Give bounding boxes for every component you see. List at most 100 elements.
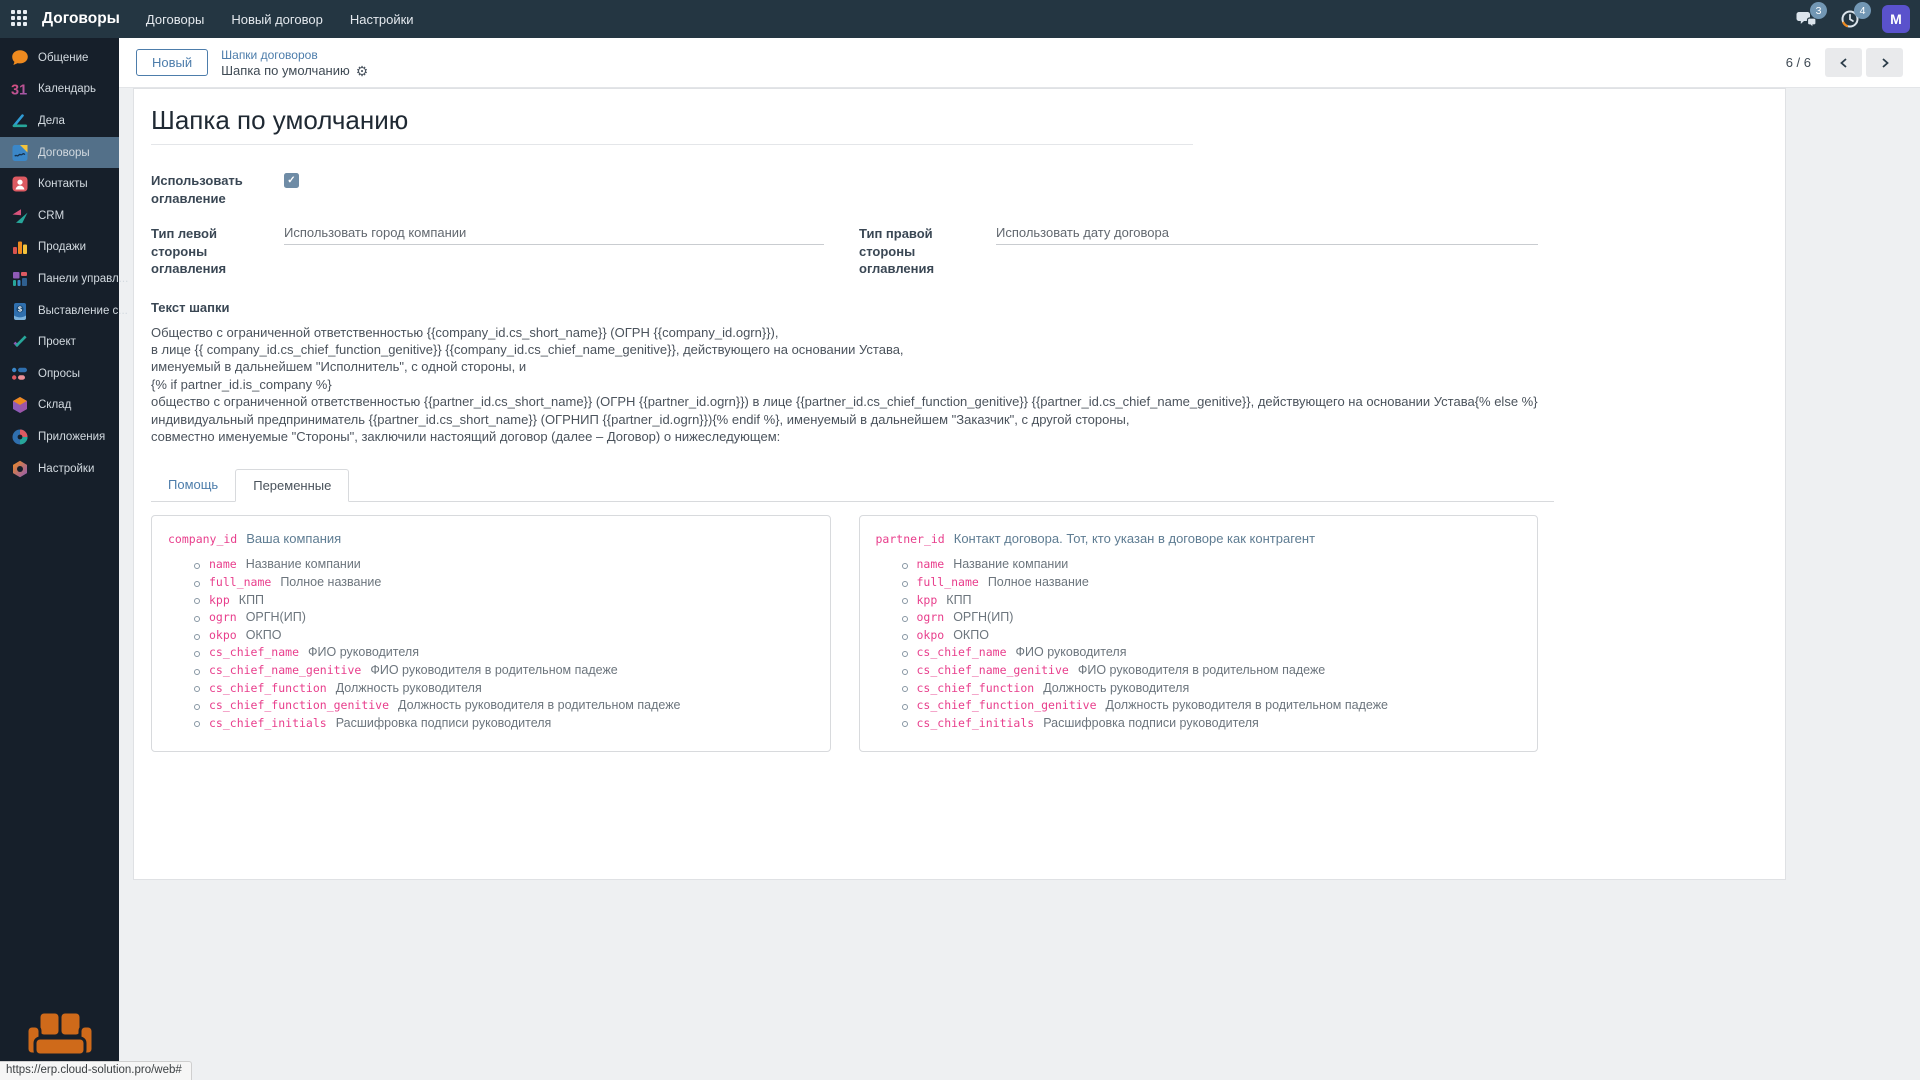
status-url-tooltip: https://erp.cloud-solution.pro/web# bbox=[0, 1061, 192, 1080]
variable-desc: Должность руководителя bbox=[335, 680, 482, 695]
variable-code: kpp bbox=[916, 592, 938, 607]
form-sheet: Шапка по умолчанию Использовать оглавлен… bbox=[133, 88, 1786, 880]
partner-variables-panel: partner_id Контакт договора. Тот, кто ук… bbox=[858, 515, 1538, 753]
sidebar-item-inventory[interactable]: Склад bbox=[0, 390, 119, 422]
menu-settings[interactable]: Настройки bbox=[350, 12, 414, 27]
sidebar-item-label: Общение bbox=[38, 51, 89, 64]
current-app-title[interactable]: Договоры bbox=[42, 10, 120, 28]
menu-new-contract[interactable]: Новый договор bbox=[231, 12, 322, 27]
tab-variables[interactable]: Переменные bbox=[235, 469, 350, 503]
sidebar-item-settings[interactable]: Настройки bbox=[0, 453, 119, 485]
sidebar-item-label: CRM bbox=[38, 209, 65, 222]
notes-app-icon bbox=[12, 114, 28, 128]
svg-text:31: 31 bbox=[11, 83, 27, 99]
activities-badge: 4 bbox=[1854, 2, 1871, 19]
sales-app-icon bbox=[13, 241, 27, 255]
variable-item: okpo ОКПО bbox=[901, 627, 1522, 646]
variable-item: kpp КПП bbox=[194, 593, 814, 611]
messages-icon[interactable]: 3 bbox=[1794, 2, 1827, 31]
variable-item: ogrn ОРГН(ИП) bbox=[901, 610, 1522, 628]
left-type-value[interactable]: Использовать город компании bbox=[284, 225, 824, 245]
menu-contracts[interactable]: Договоры bbox=[146, 12, 204, 27]
control-panel: Новый Шапки договоров Шапка по умолчанию… bbox=[119, 38, 1920, 88]
variable-code: cs_chief_initials bbox=[209, 715, 327, 730]
header-text-paragraph: Общество с ограниченной ответственностью… bbox=[151, 324, 779, 340]
breadcrumb: Шапки договоров Шапка по умолчанию ⚙ bbox=[221, 47, 368, 78]
sidebar-item-notes[interactable]: Дела bbox=[0, 105, 119, 137]
panel-code: partner_id bbox=[875, 532, 945, 547]
sidebar-item-label: Панели управл... bbox=[38, 272, 129, 285]
sidebar-item-discuss[interactable]: Общение bbox=[0, 42, 119, 74]
variable-item: cs_chief_name_genitive ФИО руководителя в… bbox=[194, 663, 814, 681]
title-underline bbox=[151, 144, 1193, 145]
pager-previous-button[interactable] bbox=[1825, 48, 1862, 77]
variable-code: cs_chief_function bbox=[209, 680, 327, 695]
company-variables-panel: company_id Ваша компания name Название ко… bbox=[151, 515, 831, 753]
bullet-icon bbox=[901, 598, 908, 605]
variable-code: cs_chief_name bbox=[209, 645, 300, 660]
sidebar-item-label: Склад bbox=[38, 399, 72, 412]
variable-item: full_name Полное название bbox=[901, 574, 1522, 593]
sidebar-item-sales[interactable]: Продажи bbox=[0, 232, 119, 264]
apps-app-icon bbox=[12, 429, 28, 445]
sidebar-item-apps[interactable]: Приложения bbox=[0, 421, 119, 453]
sidebar-item-label: Настройки bbox=[38, 462, 95, 475]
sidebar-item-contacts[interactable]: Контакты bbox=[0, 168, 119, 200]
variable-item: cs_chief_function_genitive Должность руко… bbox=[194, 698, 814, 716]
bullet-icon bbox=[901, 615, 908, 622]
invoicing-app-icon: $ bbox=[14, 302, 26, 320]
variable-item: cs_chief_function Должность руководителя bbox=[194, 681, 814, 699]
header-text-editor[interactable]: Общество с ограниченной ответственностью… bbox=[151, 324, 1538, 446]
sidebar-item-dashboards[interactable]: Панели управл... bbox=[0, 263, 128, 295]
bullet-icon bbox=[194, 721, 200, 728]
sidebar-item-project[interactable]: Проект bbox=[0, 326, 119, 358]
variable-desc: ФИО руководителя bbox=[308, 645, 419, 660]
sidebar-item-crm[interactable]: CRM bbox=[0, 200, 119, 232]
breadcrumb-current: Шапка по умолчанию bbox=[221, 63, 350, 78]
bullet-icon bbox=[194, 615, 200, 622]
variable-code: kpp bbox=[209, 592, 230, 607]
chevron-right-icon bbox=[1881, 57, 1889, 68]
right-type-label: Тип правой стороны оглавления bbox=[859, 226, 935, 276]
variable-desc: Расшифровка подписи руководителя bbox=[335, 715, 552, 730]
user-avatar[interactable]: M bbox=[1882, 5, 1910, 33]
variable-desc: Название компании bbox=[245, 557, 361, 572]
header-text-paragraph: {% if partner_id.is_company %} bbox=[151, 376, 332, 392]
toc-checkbox[interactable]: ✓ bbox=[284, 173, 299, 188]
crm-app-icon bbox=[12, 208, 28, 223]
apps-grid-icon[interactable] bbox=[11, 10, 29, 28]
variable-item: okpo ОКПО bbox=[194, 628, 814, 646]
breadcrumb-parent-link[interactable]: Шапки договоров bbox=[221, 48, 318, 63]
variable-desc: ОРГН(ИП) bbox=[953, 610, 1014, 625]
sidebar-item-label: Выставление с... bbox=[38, 304, 128, 317]
header-text-paragraph: именуемый в дальнейшем "Исполнитель", с … bbox=[151, 359, 527, 375]
action-gear-icon[interactable]: ⚙ bbox=[356, 64, 369, 78]
variable-code: okpo bbox=[916, 627, 945, 642]
sidebar-item-invoicing[interactable]: $ Выставление с... bbox=[0, 295, 128, 327]
variable-item: name Название компании bbox=[901, 557, 1522, 575]
variable-item: cs_chief_name ФИО руководителя bbox=[901, 645, 1522, 663]
bullet-icon bbox=[194, 580, 200, 587]
variable-item: cs_chief_initials Расшифровка подписи рук… bbox=[194, 716, 814, 734]
activities-icon[interactable]: 4 bbox=[1838, 2, 1871, 31]
tab-help[interactable]: Помощь bbox=[151, 469, 235, 502]
new-record-button[interactable]: Новый bbox=[136, 49, 209, 76]
header-text-paragraph: общество с ограниченной ответственностью… bbox=[151, 394, 1538, 427]
variable-desc: ОКПО bbox=[245, 627, 282, 642]
dashboards-app-icon bbox=[13, 271, 27, 286]
variable-item: full_name Полное название bbox=[194, 575, 814, 593]
sidebar-item-label: Дела bbox=[38, 114, 65, 127]
sidebar-item-contracts[interactable]: Договоры bbox=[0, 136, 119, 169]
record-title-input[interactable]: Шапка по умолчанию bbox=[151, 105, 1538, 144]
record-pager: 6 / 6 bbox=[1786, 48, 1903, 77]
right-type-value[interactable]: Использовать дату договора bbox=[996, 225, 1538, 245]
company-couch-logo bbox=[25, 1010, 94, 1057]
variable-code: cs_chief_initials bbox=[916, 715, 1035, 730]
variable-code: okpo bbox=[209, 627, 237, 642]
sidebar-item-calendar[interactable]: 31 Календарь bbox=[0, 74, 119, 106]
variable-code: full_name bbox=[916, 574, 979, 589]
pager-next-button[interactable] bbox=[1866, 48, 1903, 77]
variable-code: cs_chief_function_genitive bbox=[209, 698, 390, 713]
sidebar-item-surveys[interactable]: Опросы bbox=[0, 358, 119, 390]
bullet-icon bbox=[194, 703, 200, 710]
